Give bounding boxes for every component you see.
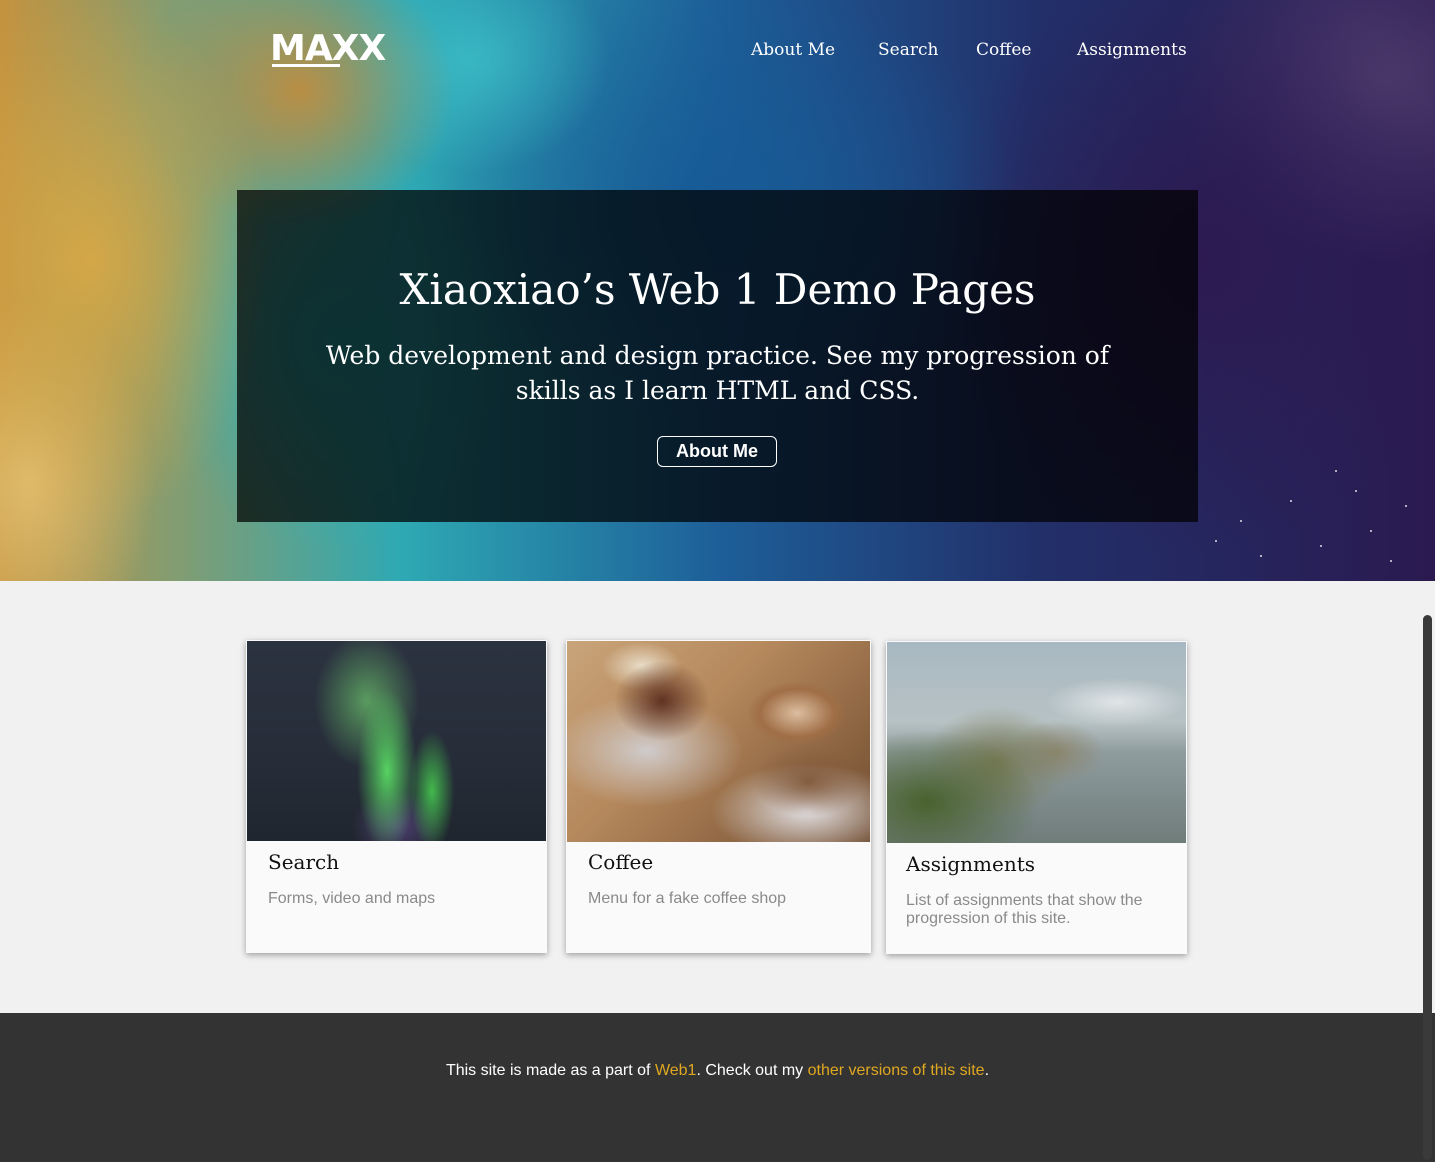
- nav-search[interactable]: Search: [878, 38, 938, 62]
- card-description: Menu for a fake coffee shop: [588, 890, 787, 907]
- hero-subtitle: Web development and design practice. See…: [325, 341, 1110, 405]
- card-assignments[interactable]: Assignments List of assignments that sho…: [886, 641, 1187, 954]
- star-speck: [1355, 490, 1357, 492]
- star-speck: [1405, 505, 1407, 507]
- card-search[interactable]: Search Forms, video and maps: [246, 640, 547, 953]
- scrollbar-thumb[interactable]: [1423, 615, 1432, 1160]
- nav-coffee[interactable]: Coffee: [976, 38, 1031, 62]
- coffee-image: [567, 641, 870, 842]
- web1-link[interactable]: Web1: [655, 1062, 697, 1079]
- footer-middle: . Check out my: [696, 1062, 808, 1079]
- star-speck: [1240, 520, 1242, 522]
- star-speck: [1335, 470, 1337, 472]
- site-footer: [0, 1013, 1435, 1162]
- card-title: Assignments: [906, 852, 1036, 876]
- card-coffee[interactable]: Coffee Menu for a fake coffee shop: [566, 640, 871, 953]
- nav-about-me[interactable]: About Me: [751, 38, 835, 62]
- card-title: Search: [268, 850, 340, 874]
- card-description: Forms, video and maps: [268, 890, 436, 907]
- star-speck: [1320, 545, 1322, 547]
- card-description: List of assignments that show the progre…: [906, 892, 1143, 927]
- coast-image: [887, 642, 1186, 843]
- aurora-image: [247, 641, 546, 841]
- logo-underline: [272, 64, 340, 67]
- card-title: Coffee: [588, 850, 654, 874]
- about-me-button[interactable]: About Me: [657, 436, 777, 467]
- star-speck: [1290, 500, 1292, 502]
- main-nav: About Me Search Coffee Assignments: [0, 38, 1435, 62]
- other-versions-link[interactable]: other versions of this site: [808, 1062, 985, 1079]
- star-speck: [1390, 560, 1392, 562]
- nav-assignments[interactable]: Assignments: [1077, 38, 1187, 62]
- star-speck: [1215, 540, 1217, 542]
- star-speck: [1370, 530, 1372, 532]
- footer-prefix: This site is made as a part of: [445, 1062, 655, 1079]
- hero-title: Xiaoxiao’s Web 1 Demo Pages: [399, 265, 1036, 314]
- footer-text: This site is made as a part of Web1. Che…: [0, 1061, 1435, 1081]
- footer-suffix: .: [984, 1062, 990, 1079]
- star-speck: [1260, 555, 1262, 557]
